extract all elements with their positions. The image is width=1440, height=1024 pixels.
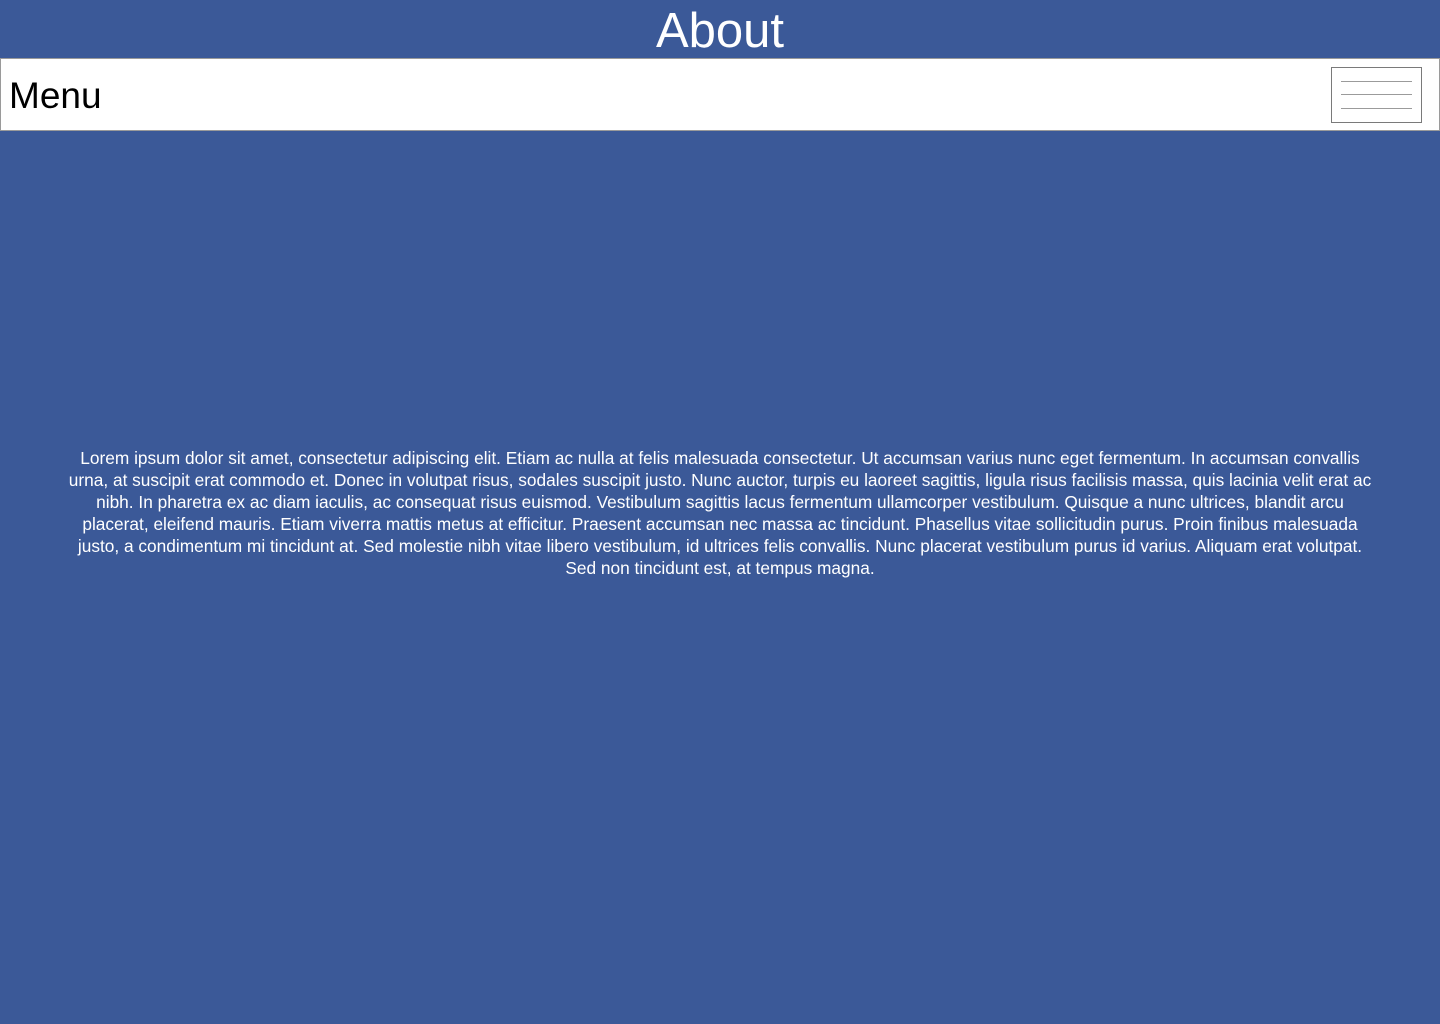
hamburger-line: [1341, 108, 1412, 109]
menu-toggle-button[interactable]: [1331, 67, 1422, 123]
about-paragraph: Lorem ipsum dolor sit amet, consectetur …: [68, 448, 1372, 578]
hamburger-line: [1341, 94, 1412, 95]
hamburger-icon: [1341, 81, 1412, 109]
hamburger-line: [1341, 81, 1412, 82]
menu-bar: Menu: [0, 58, 1440, 131]
menu-label: Menu: [9, 75, 102, 116]
page-title: About: [655, 4, 785, 58]
page-header: About: [0, 0, 1440, 58]
